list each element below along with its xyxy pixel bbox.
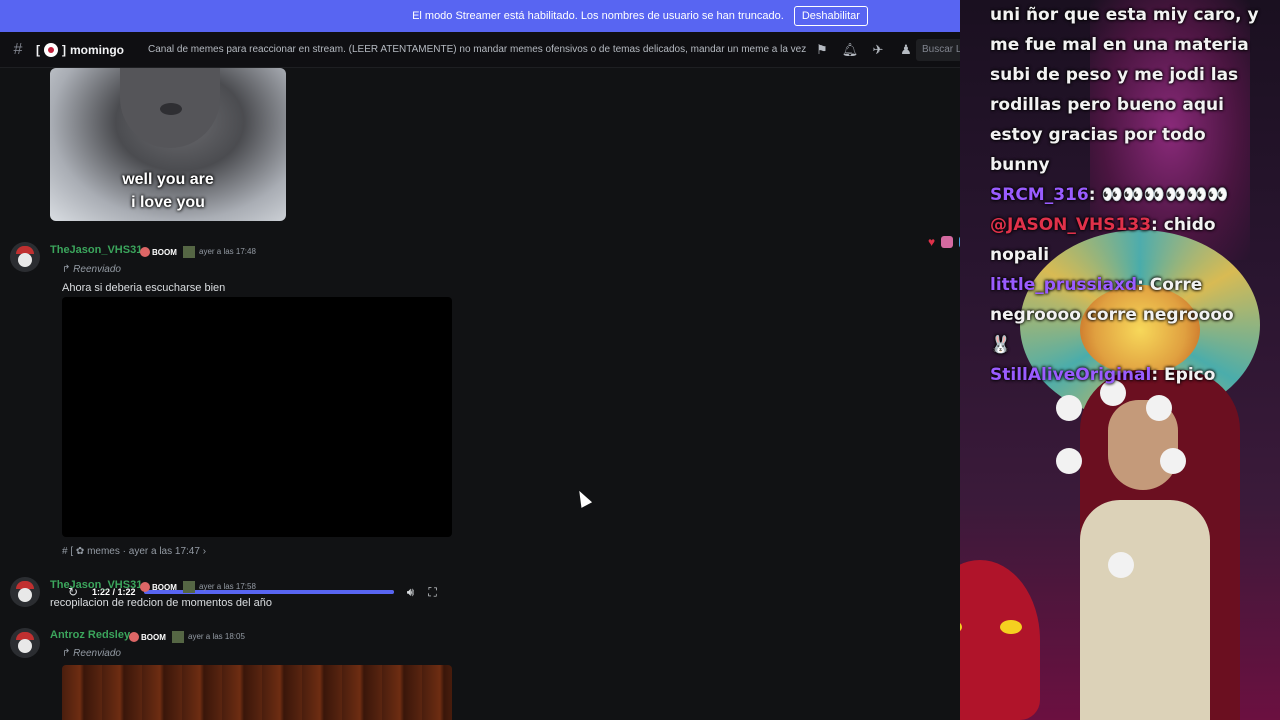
bunny-icon <box>140 247 150 257</box>
emote-row-icon: 👀👀👀👀👀👀 <box>1101 185 1229 205</box>
fullscreen-icon[interactable]: ⛶ <box>422 585 444 600</box>
source-hash-icon: # <box>62 546 68 557</box>
message-text: recopilacion de redcion de momentos del … <box>50 597 272 609</box>
red-bunny-mascot <box>960 560 1040 720</box>
video-player[interactable] <box>62 297 452 537</box>
username[interactable]: TheJason_VHS31 <box>50 244 142 256</box>
message-text: Ahora si deberia escucharse bien <box>62 282 226 294</box>
emote-icon: 🐰 <box>990 335 1012 355</box>
avatar[interactable] <box>10 628 40 658</box>
role-tag: BOOM <box>129 631 184 643</box>
channel-suffix: ] <box>62 42 66 57</box>
emoji-reaction-icon[interactable] <box>941 236 954 248</box>
username[interactable]: Antroz Redsley <box>50 629 130 641</box>
channel-hash-icon: # <box>13 40 23 58</box>
stream-chat-overlay: uni ñor que esta miy caro, y me fue mal … <box>990 0 1280 390</box>
heart-reaction-icon[interactable]: ♥ <box>928 235 935 249</box>
skull-icon <box>1056 395 1082 421</box>
channel-name: [ ] momingo <box>36 42 124 57</box>
gif-caption-line-1: well you are <box>122 171 214 188</box>
forward-source[interactable]: # [ ✿ memes · ayer a las 17:47 › <box>62 546 206 557</box>
username[interactable]: TheJason_VHS31 <box>50 579 142 591</box>
chat-line: SRCM_316: 👀👀👀👀👀👀 <box>990 185 1229 205</box>
skull-icon <box>1160 448 1186 474</box>
volume-icon[interactable]: 🔊︎ <box>400 585 422 600</box>
bell-icon[interactable]: 🔔︎ <box>836 42 864 58</box>
chat-line: me fue mal en una materia <box>990 35 1249 55</box>
chat-line: @JASON_VHS133: chido <box>990 215 1216 235</box>
chat-username: StillAliveOriginal <box>990 365 1152 385</box>
chat-line: little_prussiaxd: Corre <box>990 275 1203 295</box>
channel-emoji-icon <box>44 42 58 57</box>
cat-nose <box>160 103 182 115</box>
skull-icon <box>1056 448 1082 474</box>
source-emoji-icon: ✿ <box>75 546 85 557</box>
disable-streamer-mode-button[interactable]: Deshabilitar <box>793 6 868 26</box>
badge-icon <box>182 246 195 258</box>
chat-line: rodillas pero bueno aqui <box>990 95 1224 115</box>
bunny-eye <box>1000 620 1022 634</box>
bunny-icon <box>129 632 139 642</box>
streamer-mode-text: El modo Streamer está habilitado. Los no… <box>412 10 784 22</box>
chat-line: estoy gracias por todo <box>990 125 1206 145</box>
video-thumbnail[interactable] <box>62 665 452 720</box>
threads-icon[interactable]: ⚑ <box>808 42 836 58</box>
avatar-body <box>1080 500 1210 720</box>
chat-line: subi de peso y me jodi las <box>990 65 1239 85</box>
avatar[interactable] <box>10 577 40 607</box>
badge-icon <box>171 631 184 643</box>
timestamp: ayer a las 17:58 <box>199 582 256 591</box>
chat-line: uni ñor que esta miy caro, y <box>990 5 1259 25</box>
skull-icon <box>1146 395 1172 421</box>
bunny-icon <box>140 582 150 592</box>
forwarded-label: ↱ Reenviado <box>62 264 121 275</box>
gif-embed[interactable]: well you are i love you <box>50 68 286 221</box>
forwarded-label: ↱ Reenviado <box>62 648 121 659</box>
gif-caption: well you are i love you <box>50 168 286 214</box>
channel-header: # [ ] momingo Canal de memes para reacci… <box>0 32 1100 68</box>
chat-line: 🐰 <box>990 330 1280 360</box>
chat-line: StillAliveOriginal: Epico <box>990 365 1216 385</box>
chat-line: negroooo corre negroooo <box>990 305 1234 325</box>
channel-title: momingo <box>70 42 124 57</box>
timestamp: ayer a las 17:48 <box>199 247 256 256</box>
chat-line: nopali <box>990 245 1050 265</box>
chevron-right-icon: › <box>202 546 207 557</box>
channel-topic[interactable]: Canal de memes para reaccionar en stream… <box>148 44 808 55</box>
chat-username: little_prussiaxd <box>990 275 1138 295</box>
source-time: ayer a las 17:47 <box>128 546 200 557</box>
role-tag: BOOM <box>140 581 195 593</box>
source-channel: memes <box>87 546 120 557</box>
source-bracket: [ <box>70 546 74 557</box>
chat-line: bunny <box>990 155 1050 175</box>
skull-icon <box>1108 552 1134 578</box>
pin-icon[interactable]: ✈ <box>864 42 892 58</box>
chat-username: SRCM_316 <box>990 185 1089 205</box>
avatar[interactable] <box>10 242 40 272</box>
role-tag: BOOM <box>140 246 195 258</box>
channel-prefix: [ <box>36 42 40 57</box>
gif-caption-line-2: i love you <box>131 194 205 211</box>
timestamp: ayer a las 18:05 <box>188 632 245 641</box>
badge-icon <box>182 581 195 593</box>
chat-username: @JASON_VHS133 <box>990 215 1152 235</box>
message-list: well you are i love you TheJason_VHS31 B… <box>0 68 989 720</box>
